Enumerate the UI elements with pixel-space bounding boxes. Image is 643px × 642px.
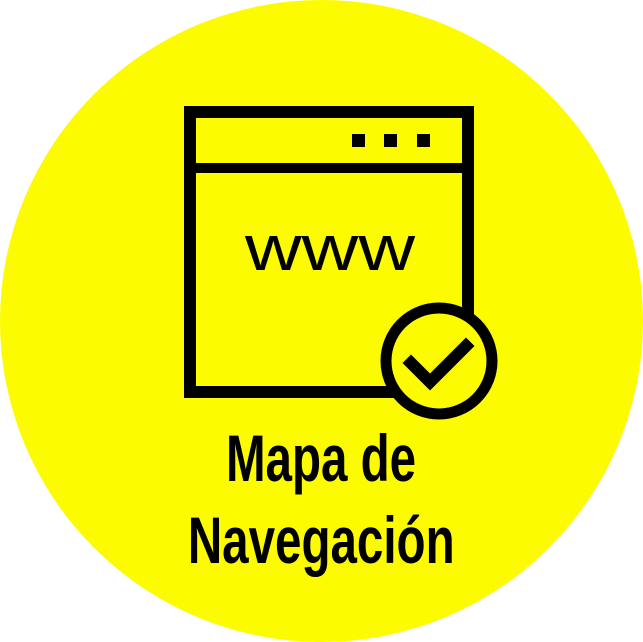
window-dot-3	[417, 134, 430, 147]
caption-line-2: Navegación	[0, 507, 643, 573]
window-dot-2	[384, 134, 397, 147]
caption-line-1: Mapa de	[0, 425, 643, 491]
caption-title-part-2: Navegación	[188, 503, 455, 577]
checkmark-circle	[380, 302, 498, 420]
window-dot-1	[352, 134, 365, 147]
www-address-text: www	[244, 212, 416, 284]
caption-title-part-1: Mapa de	[226, 421, 417, 495]
